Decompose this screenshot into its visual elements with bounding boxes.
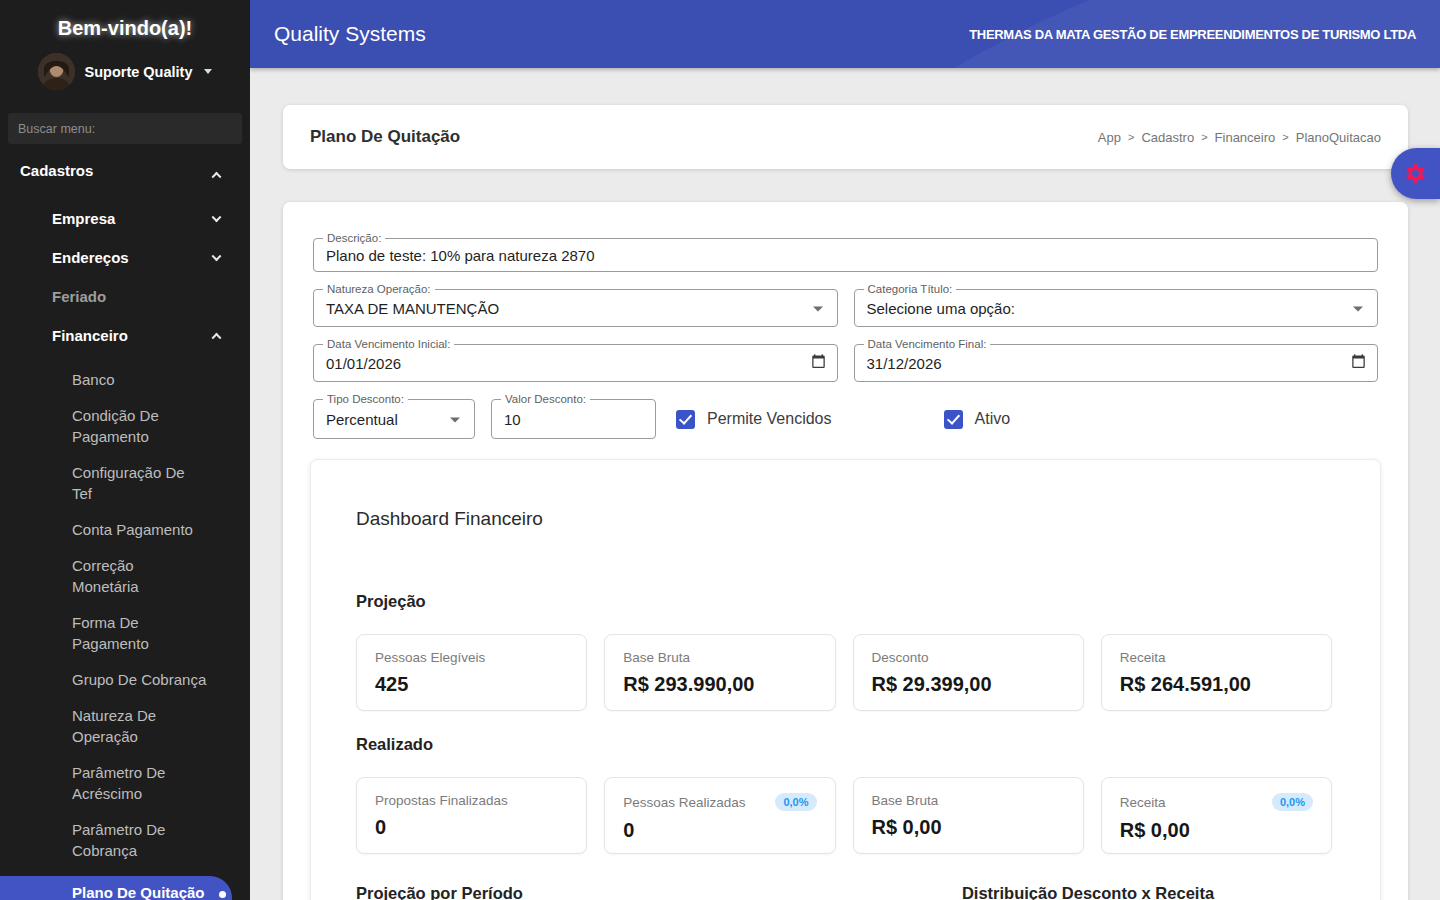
company-name: THERMAS DA MATA GESTÃO DE EMPREENDIMENTO… (969, 27, 1416, 42)
chevron-down-icon (212, 251, 222, 261)
chart-title-distribuicao: Distribuição Desconto x Receita (962, 884, 1214, 900)
breadcrumb-financeiro[interactable]: Financeiro (1215, 130, 1276, 145)
natureza-operacao-select[interactable]: Natureza Operação: TAXA DE MANUTENÇÃO (313, 289, 838, 327)
descricao-field[interactable]: Descrição: Plano de teste: 10% para natu… (313, 238, 1378, 272)
dashboard-title: Dashboard Financeiro (356, 508, 1332, 530)
breadcrumb-separator: > (1282, 131, 1288, 143)
stat-card-base-bruta-realizado: Base Bruta R$ 0,00 (853, 777, 1084, 854)
data-vencimento-final-field[interactable]: Data Vencimento Final: 31/12/2026 (854, 344, 1379, 382)
chevron-down-icon (212, 212, 222, 222)
app-title: Quality Systems (274, 22, 426, 46)
chevron-up-icon (212, 332, 222, 342)
sidebar-item-grupo-de-cobranca[interactable]: Grupo De Cobrança (0, 669, 210, 690)
stat-card-receita-realizado: Receita 0,0% R$ 0,00 (1101, 777, 1332, 854)
sidebar-item-banco[interactable]: Banco (0, 369, 210, 390)
checkbox-checked-icon (944, 410, 963, 429)
active-dot (219, 891, 226, 898)
tipo-desconto-select[interactable]: Tipo Desconto: Percentual (313, 399, 475, 439)
sidebar-item-forma-de-pagamento[interactable]: Forma De Pagamento (0, 612, 210, 654)
categoria-titulo-select[interactable]: Categoria Título: Selecione uma opção: (854, 289, 1379, 327)
settings-fab-button[interactable] (1391, 148, 1440, 199)
stat-card-pessoas-elegiveis: Pessoas Elegíveis 425 (356, 634, 587, 711)
sidebar-item-feriado[interactable]: Feriado (0, 277, 250, 316)
breadcrumb: App > Cadastro > Financeiro > PlanoQuita… (1098, 130, 1381, 145)
breadcrumb-cadastro[interactable]: Cadastro (1141, 130, 1194, 145)
dropdown-caret-icon (813, 307, 823, 312)
chevron-up-icon (212, 171, 222, 181)
sidebar-item-plano-de-quitacao[interactable]: Plano De Quitação (0, 876, 232, 900)
breadcrumb-separator: > (1128, 131, 1134, 143)
sidebar: Bem-vindo(a)! Suporte Quality Cadastros … (0, 0, 250, 900)
user-name: Suporte Quality (85, 64, 193, 80)
descricao-label: Descrição: (323, 231, 385, 246)
sidebar-item-enderecos[interactable]: Endereços (0, 238, 250, 277)
sidebar-item-financeiro[interactable]: Financeiro (0, 316, 250, 355)
user-menu[interactable]: Suporte Quality (0, 53, 250, 90)
stat-card-base-bruta: Base Bruta R$ 293.990,00 (604, 634, 835, 711)
stat-card-desconto: Desconto R$ 29.399,00 (853, 634, 1084, 711)
calendar-icon[interactable] (811, 353, 826, 373)
welcome-title: Bem-vindo(a)! (0, 0, 250, 40)
financeiro-submenu: Banco Condição De Pagamento Configuração… (0, 369, 250, 900)
percentage-badge: 0,0% (775, 793, 816, 811)
breadcrumb-separator: > (1201, 131, 1207, 143)
sidebar-item-correcao-monetaria[interactable]: Correção Monetária (0, 555, 160, 597)
checkbox-checked-icon (676, 410, 695, 429)
calendar-icon[interactable] (1351, 353, 1366, 373)
sidebar-item-cadastros[interactable]: Cadastros (0, 150, 250, 199)
valor-desconto-field[interactable]: Valor Desconto: 10 (491, 399, 656, 439)
menu-search-input[interactable] (8, 113, 242, 144)
stat-card-pessoas-realizadas: Pessoas Realizadas 0,0% 0 (604, 777, 835, 854)
gear-icon (1404, 162, 1427, 185)
sidebar-item-parametro-de-cobranca[interactable]: Parâmetro De Cobrança (0, 819, 210, 861)
stat-card-receita: Receita R$ 264.591,00 (1101, 634, 1332, 711)
dashboard-financeiro-card: Dashboard Financeiro Projeção Pessoas El… (310, 459, 1381, 900)
stat-card-propostas-finalizadas: Propostas Finalizadas 0 (356, 777, 587, 854)
projecao-section-title: Projeção (356, 592, 1332, 611)
ativo-checkbox[interactable]: Ativo (944, 410, 1011, 429)
chart-title-projecao-periodo: Projeção por Período (356, 884, 523, 900)
sidebar-item-parametro-de-acrescimo[interactable]: Parâmetro De Acréscimo (0, 762, 210, 804)
sidebar-item-natureza-de-operacao[interactable]: Natureza De Operação (0, 705, 210, 747)
sidebar-item-condicao-de-pagamento[interactable]: Condição De Pagamento (0, 405, 210, 447)
dropdown-caret-icon (1353, 307, 1363, 312)
data-vencimento-inicial-field[interactable]: Data Vencimento Inicial: 01/01/2026 (313, 344, 838, 382)
percentage-badge: 0,0% (1272, 793, 1313, 811)
realizado-section-title: Realizado (356, 735, 1332, 754)
sidebar-item-configuracao-de-tef[interactable]: Configuração De Tef (0, 462, 185, 504)
sidebar-item-empresa[interactable]: Empresa (0, 199, 250, 238)
app-header: Quality Systems THERMAS DA MATA GESTÃO D… (250, 0, 1440, 68)
dropdown-caret-icon (450, 418, 460, 423)
breadcrumb-app[interactable]: App (1098, 130, 1121, 145)
sidebar-item-conta-pagamento[interactable]: Conta Pagamento (0, 519, 210, 540)
breadcrumb-planoquitacao[interactable]: PlanoQuitacao (1296, 130, 1381, 145)
permite-vencidos-checkbox[interactable]: Permite Vencidos (676, 410, 832, 429)
page-title: Plano De Quitação (310, 127, 460, 147)
chevron-down-icon (204, 69, 212, 74)
avatar (38, 53, 75, 90)
